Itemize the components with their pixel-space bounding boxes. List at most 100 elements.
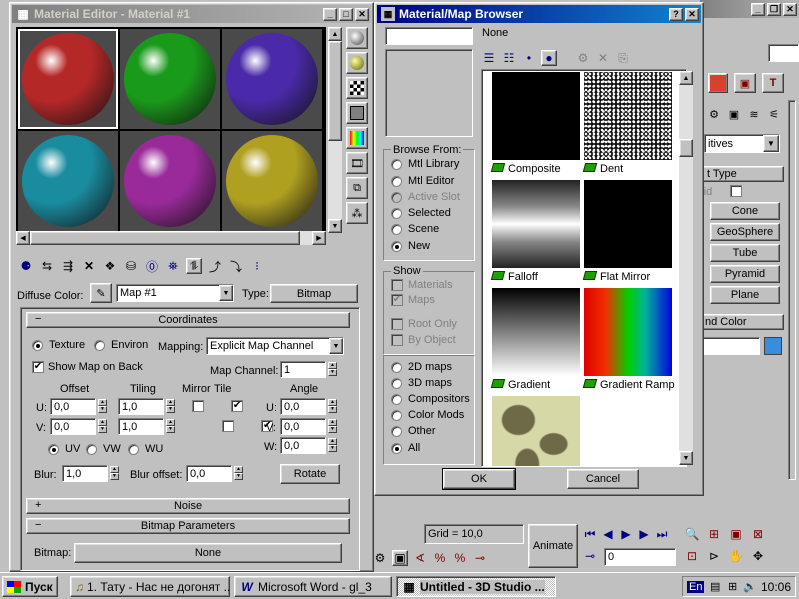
spacewarp-icon[interactable]: ≋: [746, 106, 762, 122]
primitives-dropdown[interactable]: itives ▼: [704, 134, 780, 153]
make-preview-icon[interactable]: 🎞: [346, 152, 368, 174]
make-copy-icon[interactable]: ❖: [102, 258, 118, 274]
app-tray-icon[interactable]: ▤: [708, 579, 721, 595]
update-scene-icon[interactable]: ⚙: [575, 50, 591, 66]
scroll-up-icon[interactable]: ▲: [679, 71, 693, 85]
scroll-thumb[interactable]: [328, 41, 342, 141]
restore-icon[interactable]: ❐: [767, 2, 781, 16]
texture-radio[interactable]: Texture: [32, 339, 85, 351]
rotate-button[interactable]: Rotate: [280, 464, 340, 484]
animate-button[interactable]: Animate: [528, 524, 578, 568]
w-angle-field[interactable]: 0,0: [280, 437, 326, 454]
blur-spinner[interactable]: ▲ ▼: [110, 466, 119, 480]
sample-slot-2[interactable]: [120, 29, 220, 129]
material-effects-icon[interactable]: ⓪: [144, 258, 160, 274]
map-item-flat-mirror[interactable]: Flat Mirror: [582, 180, 674, 283]
zoom-extents-icon[interactable]: ▣: [728, 526, 744, 542]
utilities-tab-icon[interactable]: T: [762, 73, 784, 93]
environ-radio[interactable]: Environ: [94, 339, 148, 351]
play-icon[interactable]: ▶: [618, 526, 634, 542]
view-list-icon[interactable]: ☰: [481, 50, 497, 66]
v-offset-field[interactable]: 0,0: [50, 418, 96, 435]
view-small-icons-icon[interactable]: •: [521, 50, 537, 66]
get-material-icon[interactable]: ⚈: [18, 258, 34, 274]
v-offset-spinner[interactable]: ▲ ▼: [98, 419, 107, 433]
pyramid-button[interactable]: Pyramid: [710, 265, 780, 283]
close-icon[interactable]: ✕: [783, 2, 797, 16]
close-icon[interactable]: ✕: [355, 7, 369, 21]
uv-tiling-icon[interactable]: [346, 102, 368, 124]
filter-3d-radio[interactable]: 3D maps: [391, 377, 452, 389]
coordinates-rollout-header[interactable]: − Coordinates: [26, 312, 350, 328]
go-to-parent-icon[interactable]: ⤴: [207, 258, 223, 274]
scroll-down-icon[interactable]: ▼: [328, 219, 342, 233]
gear-icon[interactable]: ⚙: [372, 550, 388, 566]
type-button[interactable]: Bitmap: [270, 284, 358, 303]
vw-radio[interactable]: VW: [86, 443, 121, 455]
zoom-icon[interactable]: 🔍: [684, 526, 700, 542]
u-angle-field[interactable]: 0,0: [280, 398, 326, 415]
reset-map-icon[interactable]: ✕: [81, 258, 97, 274]
zoom-extents-all-icon[interactable]: ⊠: [750, 526, 766, 542]
show-end-result-icon[interactable]: ⥮: [186, 258, 202, 274]
sample-slot-4[interactable]: [18, 131, 118, 231]
map-item-falloff[interactable]: Falloff: [490, 180, 582, 283]
background-icon[interactable]: [346, 77, 368, 99]
scroll-thumb[interactable]: [679, 139, 693, 157]
spinner-snap-icon[interactable]: %: [452, 550, 468, 566]
object-type-header[interactable]: t Type: [700, 166, 784, 182]
w-angle-spinner[interactable]: ▲ ▼: [328, 438, 337, 452]
snap-icon[interactable]: ▣: [392, 550, 408, 566]
maximize-icon[interactable]: □: [339, 7, 353, 21]
cancel-button[interactable]: Cancel: [567, 469, 639, 489]
frame-field[interactable]: 0: [604, 548, 676, 566]
go-end-icon[interactable]: ⏭: [654, 526, 670, 542]
percent-snap-icon[interactable]: %: [432, 550, 448, 566]
named-selection-icon[interactable]: ⊸: [472, 550, 488, 566]
map-item-gradient[interactable]: Gradient: [490, 288, 582, 391]
u-angle-spinner[interactable]: ▲ ▼: [328, 399, 337, 413]
close-icon[interactable]: ✕: [685, 7, 699, 21]
sample-type-icon[interactable]: [346, 27, 368, 49]
show-map-icon[interactable]: ⛯: [165, 258, 181, 274]
systems-icon[interactable]: ⚟: [766, 106, 782, 122]
hscroll-thumb[interactable]: [30, 231, 300, 245]
next-frame-icon[interactable]: ▶: [636, 526, 652, 542]
pick-material-button[interactable]: ✎: [90, 283, 112, 303]
blur-field[interactable]: 1,0: [62, 465, 108, 482]
map-channel-field[interactable]: 1: [280, 361, 326, 378]
v-angle-spinner[interactable]: ▲ ▼: [328, 419, 337, 433]
select-by-material-icon[interactable]: ⁂: [346, 202, 368, 224]
u-tiling-field[interactable]: 1,0: [118, 398, 164, 415]
zoom-all-icon[interactable]: ⊞: [706, 526, 722, 542]
taskbar-item-3dsmax[interactable]: ▦ Untitled - 3D Studio ...: [396, 576, 556, 597]
show-maps-checkbox[interactable]: ✔ Maps: [391, 294, 435, 307]
language-indicator[interactable]: En: [687, 580, 705, 593]
bitmap-rollout-header[interactable]: − Bitmap Parameters: [26, 518, 350, 534]
start-button[interactable]: Пуск: [2, 576, 58, 597]
mapping-dropdown[interactable]: Explicit Map Channel ▼: [206, 337, 344, 355]
clear-library-icon[interactable]: ⎘: [615, 50, 631, 66]
scroll-right-icon[interactable]: ▶: [312, 231, 326, 245]
view-list-icons-icon[interactable]: ☷: [501, 50, 517, 66]
minimize-icon[interactable]: _: [751, 2, 765, 16]
slots-vscroll[interactable]: ▲ ▼: [328, 27, 342, 233]
map-item-gradient-ramp[interactable]: Gradient Ramp: [582, 288, 675, 391]
u-tiling-spinner[interactable]: ▲ ▼: [166, 399, 175, 413]
material-navigator-icon[interactable]: ⁝: [249, 258, 265, 274]
minimize-icon[interactable]: _: [323, 7, 337, 21]
prev-frame-icon[interactable]: ◀: [600, 526, 616, 542]
filter-compositors-radio[interactable]: Compositors: [391, 393, 470, 405]
map-list-vscroll[interactable]: ▲ ▼: [679, 71, 693, 465]
cone-button[interactable]: Cone: [710, 202, 780, 220]
browse-new-radio[interactable]: New: [391, 240, 430, 252]
wu-radio[interactable]: WU: [128, 443, 163, 455]
root-only-checkbox[interactable]: Root Only: [391, 318, 457, 331]
create-tab-icon[interactable]: [708, 73, 728, 93]
filter-other-radio[interactable]: Other: [391, 425, 436, 437]
u-tile-checkbox[interactable]: ✔: [231, 400, 244, 413]
tube-button[interactable]: Tube: [710, 244, 780, 262]
map-item-composite[interactable]: Composite: [490, 72, 582, 175]
key-mode-icon[interactable]: ⊸: [582, 548, 598, 564]
filter-color-mods-radio[interactable]: Color Mods: [391, 409, 464, 421]
